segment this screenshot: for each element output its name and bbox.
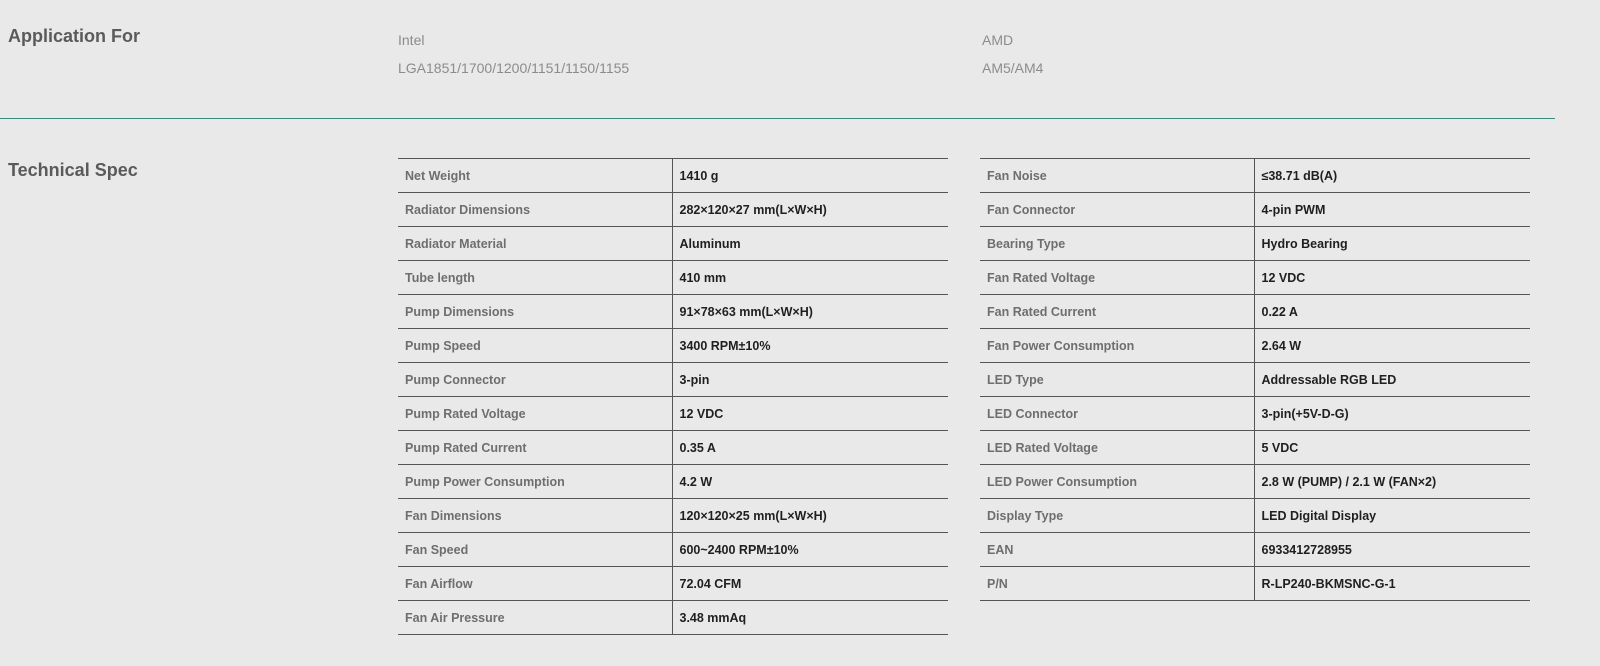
spec-row: Fan Noise ≤38.71 dB(A) xyxy=(980,158,1530,193)
spec-value: Aluminum xyxy=(672,226,948,261)
spec-key: Fan Noise xyxy=(980,158,1255,193)
spec-row: LED Power Consumption 2.8 W (PUMP) / 2.1 … xyxy=(980,464,1530,499)
spec-row: Display Type LED Digital Display xyxy=(980,498,1530,533)
spec-row: LED Rated Voltage 5 VDC xyxy=(980,430,1530,465)
spec-key: Fan Connector xyxy=(980,192,1255,227)
spec-value: 120×120×25 mm(L×W×H) xyxy=(672,498,948,533)
section-divider xyxy=(0,118,1555,119)
spec-value: 282×120×27 mm(L×W×H) xyxy=(672,192,948,227)
spec-value: 2.64 W xyxy=(1254,328,1530,363)
spec-key: Pump Rated Voltage xyxy=(398,396,673,431)
spec-key: Fan Dimensions xyxy=(398,498,673,533)
spec-key: Fan Airflow xyxy=(398,566,673,601)
spec-value: 3.48 mmAq xyxy=(672,600,948,635)
spec-row: Pump Rated Voltage 12 VDC xyxy=(398,396,948,431)
technical-spec-heading: Technical Spec xyxy=(8,160,138,180)
spec-key: EAN xyxy=(980,532,1255,567)
spec-key: Pump Dimensions xyxy=(398,294,673,329)
spec-key: Fan Rated Voltage xyxy=(980,260,1255,295)
spec-value: Hydro Bearing xyxy=(1254,226,1530,261)
spec-key: Fan Air Pressure xyxy=(398,600,673,635)
spec-key: Radiator Material xyxy=(398,226,673,261)
spec-value: 6933412728955 xyxy=(1254,532,1530,567)
spec-row: Pump Connector 3-pin xyxy=(398,362,948,397)
spec-value: 4-pin PWM xyxy=(1254,192,1530,227)
spec-row: Fan Connector 4-pin PWM xyxy=(980,192,1530,227)
spec-value: 12 VDC xyxy=(1254,260,1530,295)
spec-value: 2.8 W (PUMP) / 2.1 W (FAN×2) xyxy=(1254,464,1530,499)
spec-key: Pump Rated Current xyxy=(398,430,673,465)
spec-value: 410 mm xyxy=(672,260,948,295)
spec-value: Addressable RGB LED xyxy=(1254,362,1530,397)
spec-row: Radiator Material Aluminum xyxy=(398,226,948,261)
spec-value: 3400 RPM±10% xyxy=(672,328,948,363)
spec-row: Net Weight 1410 g xyxy=(398,158,948,193)
spec-row: Fan Airflow 72.04 CFM xyxy=(398,566,948,601)
spec-row: LED Type Addressable RGB LED xyxy=(980,362,1530,397)
intel-sockets: LGA1851/1700/1200/1151/1150/1155 xyxy=(398,60,630,76)
spec-value: 0.22 A xyxy=(1254,294,1530,329)
spec-row: Fan Dimensions 120×120×25 mm(L×W×H) xyxy=(398,498,948,533)
spec-row: Tube length 410 mm xyxy=(398,260,948,295)
spec-row: Radiator Dimensions 282×120×27 mm(L×W×H) xyxy=(398,192,948,227)
spec-row: Pump Speed 3400 RPM±10% xyxy=(398,328,948,363)
spec-key: Tube length xyxy=(398,260,673,295)
spec-row: Pump Rated Current 0.35 A xyxy=(398,430,948,465)
spec-row: P/N R-LP240-BKMSNC-G-1 xyxy=(980,566,1530,601)
spec-value: 12 VDC xyxy=(672,396,948,431)
spec-row: Fan Air Pressure 3.48 mmAq xyxy=(398,600,948,635)
spec-key: LED Connector xyxy=(980,396,1255,431)
spec-key: Display Type xyxy=(980,498,1255,533)
intel-label: Intel xyxy=(398,32,425,48)
spec-row: Fan Rated Voltage 12 VDC xyxy=(980,260,1530,295)
spec-key: Bearing Type xyxy=(980,226,1255,261)
spec-key: LED Type xyxy=(980,362,1255,397)
spec-key: Net Weight xyxy=(398,158,673,193)
spec-row: Fan Power Consumption 2.64 W xyxy=(980,328,1530,363)
amd-sockets: AM5/AM4 xyxy=(982,60,1044,76)
spec-value: LED Digital Display xyxy=(1254,498,1530,533)
spec-value: 72.04 CFM xyxy=(672,566,948,601)
spec-key: Fan Power Consumption xyxy=(980,328,1255,363)
spec-key: LED Rated Voltage xyxy=(980,430,1255,465)
spec-key: Fan Speed xyxy=(398,532,673,567)
spec-row: Bearing Type Hydro Bearing xyxy=(980,226,1530,261)
spec-row: LED Connector 3-pin(+5V-D-G) xyxy=(980,396,1530,431)
spec-value: 1410 g xyxy=(672,158,948,193)
spec-key: P/N xyxy=(980,566,1255,601)
spec-value: 4.2 W xyxy=(672,464,948,499)
spec-key: LED Power Consumption xyxy=(980,464,1255,499)
spec-key: Radiator Dimensions xyxy=(398,192,673,227)
spec-row: Pump Power Consumption 4.2 W xyxy=(398,464,948,499)
spec-key: Pump Speed xyxy=(398,328,673,363)
spec-row: Fan Speed 600~2400 RPM±10% xyxy=(398,532,948,567)
application-for-heading: Application For xyxy=(8,26,140,46)
spec-value: R-LP240-BKMSNC-G-1 xyxy=(1254,566,1530,601)
spec-value: 600~2400 RPM±10% xyxy=(672,532,948,567)
spec-value: ≤38.71 dB(A) xyxy=(1254,158,1530,193)
spec-value: 5 VDC xyxy=(1254,430,1530,465)
spec-row: Fan Rated Current 0.22 A xyxy=(980,294,1530,329)
spec-value: 91×78×63 mm(L×W×H) xyxy=(672,294,948,329)
amd-label: AMD xyxy=(982,32,1014,48)
spec-row: EAN 6933412728955 xyxy=(980,532,1530,567)
spec-value: 3-pin(+5V-D-G) xyxy=(1254,396,1530,431)
spec-key: Pump Connector xyxy=(398,362,673,397)
spec-key: Fan Rated Current xyxy=(980,294,1255,329)
spec-table-left: Net Weight 1410 g Radiator Dimensions 282×1… xyxy=(398,158,948,635)
spec-table-right: Fan Noise ≤38.71 dB(A) Fan Connector 4-pin … xyxy=(980,158,1530,601)
spec-value: 0.35 A xyxy=(672,430,948,465)
spec-key: Pump Power Consumption xyxy=(398,464,673,499)
spec-row: Pump Dimensions 91×78×63 mm(L×W×H) xyxy=(398,294,948,329)
spec-value: 3-pin xyxy=(672,362,948,397)
